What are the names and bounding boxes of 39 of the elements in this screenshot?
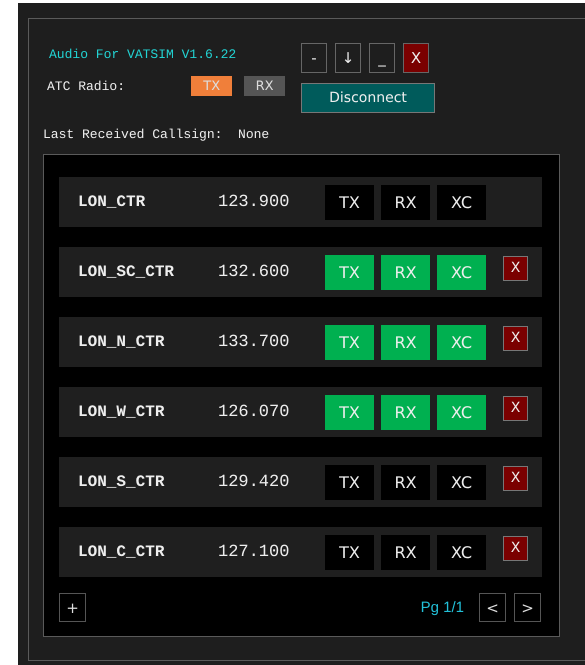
prev-page-button[interactable]: <	[479, 593, 506, 622]
station-toggle[interactable]: XC	[437, 464, 486, 500]
station-toggle[interactable]: TX	[325, 464, 374, 500]
station-toggle[interactable]: RX	[381, 534, 430, 570]
atc-radio-label: ATC Radio:	[47, 78, 126, 94]
callsign: LON_C_CTR	[78, 543, 166, 561]
callsign: LON_N_CTR	[78, 333, 166, 351]
close-button[interactable]: X	[403, 43, 429, 73]
remove-button[interactable]: X	[503, 256, 528, 280]
radio-toggle[interactable]: RX	[244, 76, 285, 96]
remove-button[interactable]: X	[503, 536, 528, 560]
station-toggle[interactable]: RX	[381, 464, 430, 500]
remove-button[interactable]: X	[503, 466, 528, 490]
remove-button[interactable]: X	[503, 396, 528, 420]
window-button[interactable]: -	[301, 43, 327, 73]
callsign: LON_SC_CTR	[78, 263, 176, 281]
frequency: 126.070	[218, 402, 290, 422]
station-toggle[interactable]: XC	[437, 534, 486, 570]
callsign: LON_W_CTR	[78, 403, 166, 421]
window-button[interactable]: _	[369, 43, 395, 73]
station-toggle[interactable]: TX	[325, 184, 374, 220]
page-indicator: Pg 1/1	[420, 599, 464, 616]
callsign: LON_CTR	[78, 193, 146, 211]
add-button[interactable]: +	[59, 593, 86, 622]
next-page-button[interactable]: >	[514, 593, 541, 622]
window-button[interactable]: ↓	[335, 43, 361, 73]
frequency: 133.700	[218, 332, 290, 352]
disconnect-button[interactable]: Disconnect	[301, 83, 435, 113]
app-title: Audio For VATSIM V1.6.22	[48, 47, 238, 62]
frequency: 127.100	[218, 542, 290, 562]
frequency: 129.420	[218, 472, 290, 492]
last-received-callsign: Last Received Callsign: None	[43, 127, 270, 142]
station-toggle[interactable]: TX	[325, 534, 374, 570]
frequency: 123.900	[218, 192, 290, 212]
station-toggle[interactable]: XC	[437, 184, 486, 220]
remove-button[interactable]: X	[503, 326, 528, 350]
station-toggle[interactable]: RX	[381, 184, 430, 220]
callsign: LON_S_CTR	[78, 473, 166, 491]
frequency: 132.600	[218, 262, 290, 282]
